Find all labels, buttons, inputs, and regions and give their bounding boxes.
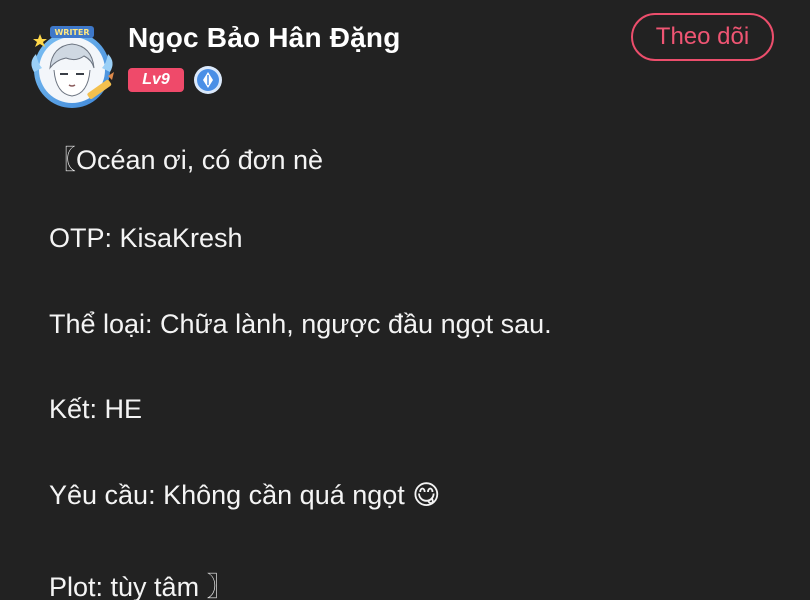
verified-writer-badge-icon [194, 66, 222, 94]
post-line-otp: OTP: KisaKresh [49, 223, 243, 253]
level-badge: Lv9 [128, 68, 184, 92]
avatar-badge-text: WRITER [54, 28, 89, 37]
post-line-ending: Kết: HE [49, 394, 143, 424]
post-line-genre: Thể loại: Chữa lành, ngược đầu ngọt sau. [49, 309, 552, 339]
post-line-request: 〖Océan ơi, có đơn nè [49, 145, 324, 175]
post-line-plot: Plot: tùy tâm 〗 [49, 572, 234, 600]
post-line-requirement: Yêu cầu: Không cần quá ngọt 😋 [49, 480, 441, 510]
post-screen: WRITER Ngọc Bảo Hân Đặng Lv9 Theo dõi 〖O… [0, 0, 810, 600]
writer-avatar-icon: WRITER [31, 26, 114, 108]
follow-button[interactable]: Theo dõi [631, 13, 774, 61]
verified-writer-badge [193, 65, 223, 95]
author-name[interactable]: Ngọc Bảo Hân Đặng [128, 22, 401, 54]
author-avatar[interactable]: WRITER [26, 22, 118, 110]
